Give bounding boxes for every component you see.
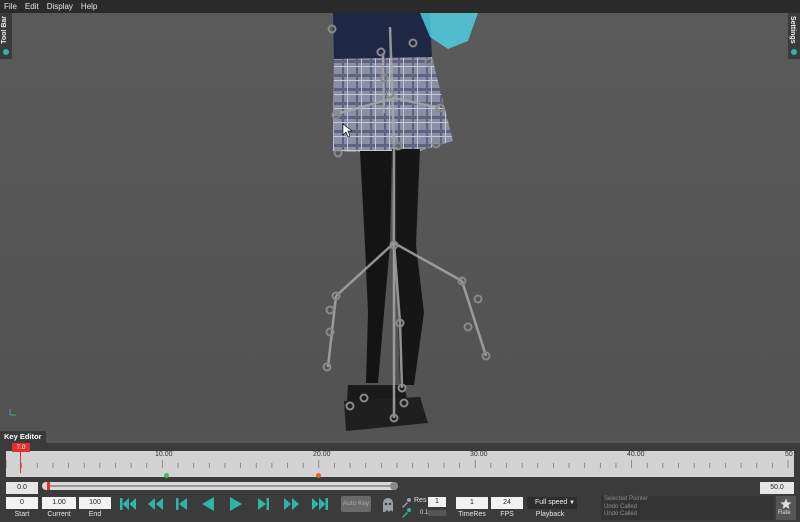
step-forward-icon[interactable] bbox=[253, 496, 273, 512]
eyedropper-small-icon[interactable] bbox=[401, 508, 411, 518]
play-reverse-icon[interactable] bbox=[198, 496, 218, 512]
log-line: Selected Pointer bbox=[604, 496, 649, 502]
ghost-icon[interactable] bbox=[381, 497, 395, 513]
menu-file[interactable]: File bbox=[0, 2, 21, 11]
tool-bar-tab[interactable]: Tool Bar bbox=[0, 13, 12, 59]
start-label: Start bbox=[14, 511, 30, 518]
res-label: Res bbox=[414, 497, 427, 504]
log-line: Undo Called bbox=[604, 503, 638, 510]
fps-label: FPS bbox=[500, 511, 514, 518]
star-icon bbox=[780, 498, 792, 509]
settings-label: Settings bbox=[789, 16, 796, 44]
fps-field[interactable]: 24 bbox=[491, 497, 523, 509]
menu-bar: File Edit Display Help bbox=[0, 0, 800, 13]
ruler-label-40: 40.00 bbox=[627, 451, 645, 458]
playhead-line bbox=[20, 451, 21, 473]
range-end-handle[interactable] bbox=[390, 482, 398, 490]
log-line: Undo Called bbox=[604, 511, 638, 517]
end-label: End bbox=[88, 511, 102, 518]
fast-forward-icon[interactable] bbox=[282, 496, 302, 512]
pin-icon bbox=[791, 49, 797, 55]
pin-icon bbox=[3, 49, 9, 55]
skip-start-icon[interactable] bbox=[118, 496, 138, 512]
current-label: Current bbox=[47, 511, 71, 518]
timeline-ruler[interactable]: 10.00 20.00 30.00 40.00 50 bbox=[5, 451, 794, 477]
menu-help[interactable]: Help bbox=[77, 2, 101, 11]
playback-value: Full speed bbox=[535, 499, 568, 506]
range-start-field[interactable]: 0.0 bbox=[6, 482, 38, 494]
eyedropper-icon[interactable] bbox=[401, 498, 411, 508]
menu-display[interactable]: Display bbox=[43, 2, 77, 11]
start-field[interactable]: 0 bbox=[6, 497, 38, 509]
res-slider[interactable]: 0.1 bbox=[420, 510, 446, 516]
rate-button[interactable]: Rate bbox=[776, 496, 796, 520]
range-orange-dot bbox=[316, 473, 321, 478]
range-start-handle[interactable] bbox=[47, 482, 50, 490]
timeres-field[interactable]: 1 bbox=[456, 497, 488, 509]
tool-bar-label: Tool Bar bbox=[1, 16, 8, 44]
ruler-ticks bbox=[5, 460, 789, 468]
playback-label: Playback bbox=[535, 511, 565, 518]
character-model bbox=[0, 13, 800, 431]
ruler-label-10: 10.00 bbox=[155, 451, 173, 458]
key-editor-tab[interactable]: Key Editor bbox=[0, 431, 46, 443]
range-green-dot bbox=[164, 473, 169, 478]
ruler-label-20: 20.00 bbox=[313, 451, 331, 458]
playback-select[interactable]: Full speed ▼ bbox=[527, 497, 577, 509]
menu-edit[interactable]: Edit bbox=[21, 2, 43, 11]
range-track bbox=[50, 485, 394, 487]
viewport-3d[interactable] bbox=[0, 13, 800, 431]
rewind-icon[interactable] bbox=[145, 496, 165, 512]
current-field[interactable]: 1.00 bbox=[42, 497, 76, 509]
auto-key-button[interactable]: Auto Key bbox=[341, 496, 371, 512]
chevron-down-icon: ▼ bbox=[569, 500, 575, 506]
res-field[interactable]: 1 bbox=[428, 497, 446, 507]
playhead-marker[interactable]: 7.0 bbox=[12, 443, 30, 452]
res-slider-value: 0.1 bbox=[420, 510, 429, 516]
range-end-field[interactable]: 50.0 bbox=[760, 482, 794, 494]
step-back-icon[interactable] bbox=[172, 496, 192, 512]
settings-tab[interactable]: Settings bbox=[788, 13, 800, 59]
play-icon[interactable] bbox=[226, 496, 246, 512]
ruler-label-30: 30.00 bbox=[470, 451, 488, 458]
message-log: Selected Pointer Undo Called Undo Called bbox=[601, 496, 773, 520]
timeres-label: TimeRes bbox=[458, 511, 486, 518]
range-slider[interactable] bbox=[42, 482, 398, 490]
skip-end-icon[interactable] bbox=[310, 496, 330, 512]
ruler-label-50: 50 bbox=[785, 451, 793, 458]
rate-label: Rate bbox=[778, 510, 791, 516]
end-field[interactable]: 100 bbox=[79, 497, 111, 509]
